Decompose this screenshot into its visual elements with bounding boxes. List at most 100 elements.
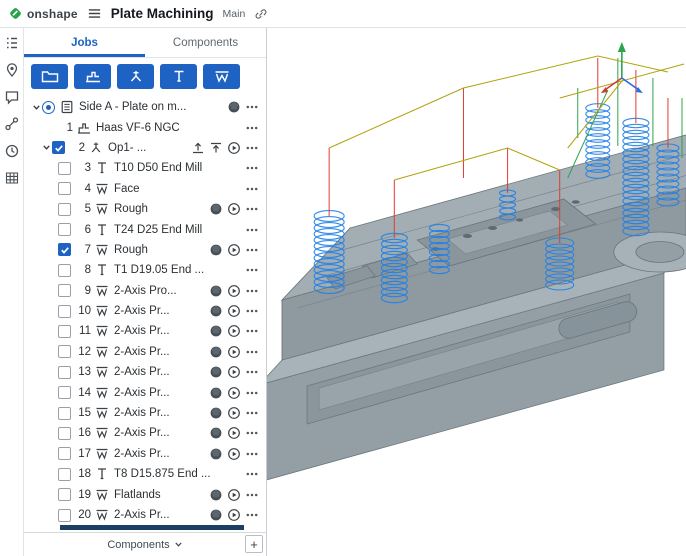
play-button[interactable]	[227, 447, 241, 461]
play-button[interactable]	[227, 324, 241, 338]
simulate-icon[interactable]	[209, 365, 223, 379]
row-label[interactable]: Side A - Plate on m...	[79, 101, 186, 113]
components-section-toggle[interactable]: Components	[107, 539, 169, 551]
add-component-button[interactable]: +	[245, 535, 263, 553]
post-process-icon[interactable]	[191, 141, 205, 155]
tree-row[interactable]: 13 2-Axis Pr...	[24, 362, 266, 382]
row-menu-button[interactable]	[245, 386, 259, 400]
link-icon[interactable]	[254, 7, 268, 21]
simulate-icon[interactable]	[227, 100, 241, 114]
tree-row[interactable]: 12 2-Axis Pr...	[24, 342, 266, 362]
play-button[interactable]	[227, 426, 241, 440]
row-label[interactable]: T24 D25 End Mill	[114, 224, 202, 236]
simulate-icon[interactable]	[209, 426, 223, 440]
play-button[interactable]	[227, 141, 241, 155]
chevron-down-icon[interactable]	[40, 143, 52, 152]
pin-icon[interactable]	[4, 62, 20, 78]
row-label[interactable]: Rough	[114, 203, 148, 215]
tree-row[interactable]: 2 Op1- ...	[24, 138, 266, 158]
row-label[interactable]: 2-Axis Pr...	[114, 346, 170, 358]
row-checkbox[interactable]	[58, 161, 71, 175]
tree-row[interactable]: 3 T10 D50 End Mill	[24, 158, 266, 178]
row-label[interactable]: Haas VF-6 NGC	[96, 122, 180, 134]
row-checkbox[interactable]	[58, 182, 71, 196]
row-checkbox[interactable]	[58, 426, 71, 440]
simulate-icon[interactable]	[209, 488, 223, 502]
row-label[interactable]: T8 D15.875 End ...	[114, 468, 211, 480]
tree-row[interactable]: 20 2-Axis Pr...	[24, 505, 266, 525]
row-label[interactable]: 2-Axis Pr...	[114, 387, 170, 399]
play-button[interactable]	[227, 284, 241, 298]
play-button[interactable]	[227, 406, 241, 420]
row-label[interactable]: Op1- ...	[108, 142, 146, 154]
onshape-logo[interactable]: onshape	[8, 6, 78, 21]
row-label[interactable]: T10 D50 End Mill	[114, 162, 202, 174]
simulate-icon[interactable]	[209, 386, 223, 400]
tree-row[interactable]: 6 T24 D25 End Mill	[24, 219, 266, 239]
row-checkbox[interactable]	[58, 202, 71, 216]
row-menu-button[interactable]	[245, 508, 259, 522]
simulate-icon[interactable]	[209, 284, 223, 298]
play-button[interactable]	[227, 488, 241, 502]
row-menu-button[interactable]	[245, 202, 259, 216]
tab-components[interactable]: Components	[145, 28, 266, 57]
play-button[interactable]	[227, 243, 241, 257]
row-checkbox[interactable]	[58, 284, 71, 298]
row-menu-button[interactable]	[245, 263, 259, 277]
row-menu-button[interactable]	[245, 467, 259, 481]
tree-row[interactable]: 17 2-Axis Pr...	[24, 444, 266, 464]
simulate-icon[interactable]	[209, 324, 223, 338]
tree-row[interactable]: 14 2-Axis Pr...	[24, 382, 266, 402]
active-job-radio[interactable]	[42, 100, 55, 114]
row-label[interactable]: 2-Axis Pr...	[114, 366, 170, 378]
row-label[interactable]: Flatlands	[114, 489, 161, 501]
row-menu-button[interactable]	[245, 161, 259, 175]
row-checkbox[interactable]	[58, 223, 71, 237]
history-icon[interactable]	[4, 143, 20, 159]
row-menu-button[interactable]	[245, 223, 259, 237]
tree-row[interactable]: 9 2-Axis Pro...	[24, 281, 266, 301]
row-menu-button[interactable]	[245, 365, 259, 379]
row-label[interactable]: 2-Axis Pr...	[114, 509, 170, 521]
row-checkbox[interactable]	[58, 243, 71, 257]
row-menu-button[interactable]	[245, 284, 259, 298]
add-toolpath-button[interactable]	[203, 64, 240, 89]
simulate-icon[interactable]	[209, 447, 223, 461]
simulate-icon[interactable]	[209, 202, 223, 216]
tree-row[interactable]: 19 Flatlands	[24, 484, 266, 504]
row-checkbox[interactable]	[58, 263, 71, 277]
row-checkbox[interactable]	[58, 467, 71, 481]
chevron-down-icon[interactable]	[30, 103, 42, 112]
simulate-icon[interactable]	[209, 345, 223, 359]
play-button[interactable]	[227, 365, 241, 379]
add-tool-button[interactable]	[160, 64, 197, 89]
row-checkbox[interactable]	[58, 304, 71, 318]
row-label[interactable]: T1 D19.05 End ...	[114, 264, 204, 276]
simulate-icon[interactable]	[209, 406, 223, 420]
tree-row[interactable]: 4 Face	[24, 179, 266, 199]
simulate-icon[interactable]	[209, 508, 223, 522]
tree-row[interactable]: 15 2-Axis Pr...	[24, 403, 266, 423]
row-menu-button[interactable]	[245, 141, 259, 155]
row-label[interactable]: 2-Axis Pr...	[114, 427, 170, 439]
play-button[interactable]	[227, 508, 241, 522]
tree-row[interactable]: 11 2-Axis Pr...	[24, 321, 266, 341]
tree-row[interactable]: 7 Rough	[24, 240, 266, 260]
tab-jobs[interactable]: Jobs	[24, 28, 145, 57]
row-menu-button[interactable]	[245, 304, 259, 318]
row-checkbox[interactable]	[58, 508, 71, 522]
row-checkbox[interactable]	[58, 365, 71, 379]
row-checkbox[interactable]	[58, 324, 71, 338]
tree-row[interactable]: 1 Haas VF-6 NGC	[24, 117, 266, 137]
simulate-icon[interactable]	[209, 304, 223, 318]
row-checkbox[interactable]	[52, 141, 65, 155]
add-operation-button[interactable]	[117, 64, 154, 89]
tree-row[interactable]: 10 2-Axis Pr...	[24, 301, 266, 321]
main-menu-button[interactable]	[87, 6, 102, 21]
comment-icon[interactable]	[4, 89, 20, 105]
nodes-icon[interactable]	[4, 116, 20, 132]
viewport-3d[interactable]	[267, 28, 686, 556]
row-menu-button[interactable]	[245, 345, 259, 359]
tree-icon[interactable]	[4, 35, 20, 51]
branch-label[interactable]: Main	[223, 8, 246, 20]
